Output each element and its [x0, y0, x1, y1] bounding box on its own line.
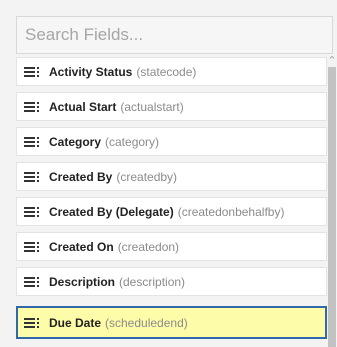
field-item-created-by-delegate[interactable]: Created By (Delegate) (createdonbehalfby… — [16, 197, 327, 226]
field-logical-name: (createdby) — [116, 169, 178, 184]
vertical-scrollbar[interactable]: ^ — [327, 55, 337, 347]
field-label: Category — [49, 134, 102, 149]
drag-handle-icon[interactable] — [24, 136, 40, 148]
scrollbar-thumb[interactable] — [328, 67, 336, 347]
field-label: Description — [49, 274, 116, 289]
field-item-created-by[interactable]: Created By (createdby) — [16, 162, 327, 191]
drag-handle-icon[interactable] — [24, 101, 40, 113]
field-logical-name: (createdon) — [117, 239, 180, 254]
scroll-up-arrow-icon[interactable]: ^ — [327, 55, 337, 65]
field-list-panel: Activity Status (statecode) Actual Start… — [0, 0, 337, 347]
field-logical-name: (description) — [119, 274, 186, 289]
field-label: Created By (Delegate) — [49, 204, 174, 219]
field-logical-name: (category) — [105, 134, 160, 149]
drag-handle-icon[interactable] — [24, 317, 40, 329]
field-logical-name: (statecode) — [136, 64, 197, 79]
field-item-actual-start[interactable]: Actual Start (actualstart) — [16, 92, 327, 121]
field-item-created-on[interactable]: Created On (createdon) — [16, 232, 327, 261]
field-label: Activity Status — [49, 64, 133, 79]
field-label: Actual Start — [49, 99, 117, 114]
field-logical-name: (actualstart) — [120, 99, 184, 114]
field-label: Due Date — [49, 315, 102, 330]
drag-handle-icon[interactable] — [24, 206, 40, 218]
search-fields-input[interactable] — [16, 16, 333, 54]
drag-handle-icon[interactable] — [24, 276, 40, 288]
drag-handle-icon[interactable] — [24, 171, 40, 183]
field-item-due-date[interactable]: Due Date (scheduledend) — [16, 306, 327, 339]
field-item-category[interactable]: Category (category) — [16, 127, 327, 156]
field-logical-name: (createdonbehalfby) — [177, 204, 285, 219]
field-label: Created On — [49, 239, 114, 254]
field-item-description[interactable]: Description (description) — [16, 267, 327, 296]
field-list: Activity Status (statecode) Actual Start… — [16, 55, 327, 347]
field-item-activity-status[interactable]: Activity Status (statecode) — [16, 57, 327, 86]
drag-handle-icon[interactable] — [24, 241, 40, 253]
drag-handle-icon[interactable] — [24, 66, 40, 78]
field-label: Created By — [49, 169, 113, 184]
field-logical-name: (scheduledend) — [105, 315, 188, 330]
